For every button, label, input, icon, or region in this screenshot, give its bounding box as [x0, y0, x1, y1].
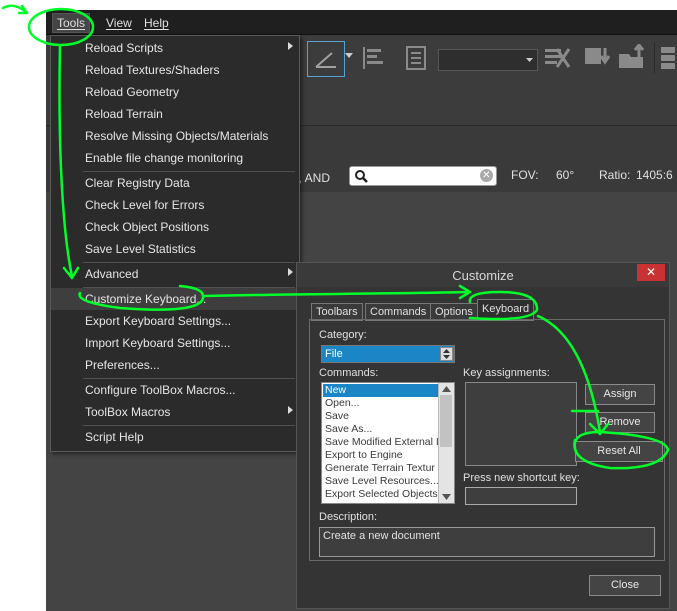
menu-bar: Tools View Help: [46, 10, 677, 35]
menu-item-label: Check Level for Errors: [85, 198, 205, 212]
menu-help[interactable]: Help: [140, 14, 173, 32]
commands-scrollbar[interactable]: [438, 383, 454, 503]
menu-item-label: Reload Scripts: [85, 41, 164, 55]
save-down-icon[interactable]: [582, 43, 612, 73]
category-value: File: [325, 348, 343, 360]
assign-button[interactable]: Assign: [585, 384, 655, 405]
fov-value: 60°: [556, 168, 575, 182]
menu-item-export-keyboard[interactable]: Export Keyboard Settings...: [51, 310, 299, 332]
remove-button[interactable]: Remove: [585, 412, 655, 433]
key-assignments-list[interactable]: [465, 382, 577, 466]
menu-item-reload-textures[interactable]: Reload Textures/Shaders: [51, 59, 299, 81]
menu-item-label: Script Help: [85, 430, 144, 444]
dialog-title: Customize: [452, 268, 514, 283]
close-icon[interactable]: ✕: [637, 264, 665, 281]
shortcut-input[interactable]: [465, 487, 577, 505]
menu-item-check-positions[interactable]: Check Object Positions: [51, 216, 299, 238]
edit-list-icon[interactable]: [542, 43, 572, 73]
dialog-titlebar[interactable]: Customize ✕: [297, 263, 669, 287]
menu-item-script-help[interactable]: Script Help: [51, 426, 299, 448]
menu-item-label: Export Keyboard Settings...: [85, 314, 232, 328]
menu-item-import-keyboard[interactable]: Import Keyboard Settings...: [51, 332, 299, 354]
folder-up-icon[interactable]: [616, 43, 648, 73]
menu-item-label: Enable file change monitoring: [85, 151, 244, 165]
menu-item-customize-keyboard[interactable]: Customize Keyboard...: [51, 288, 299, 310]
key-assignments-label: Key assignments:: [463, 367, 550, 379]
list-item[interactable]: Save: [323, 410, 439, 423]
align-icon[interactable]: [359, 43, 387, 73]
description-label: Description:: [319, 511, 378, 523]
menu-item-label: Reload Terrain: [85, 107, 163, 121]
list-icon[interactable]: [402, 43, 430, 73]
menu-item-label: Reload Geometry: [85, 85, 180, 99]
menu-item-label: Save Level Statistics: [85, 242, 196, 256]
list-item[interactable]: New: [323, 384, 439, 397]
list-item[interactable]: Open...: [323, 397, 439, 410]
menu-item-advanced[interactable]: Advanced: [51, 263, 299, 285]
list-item[interactable]: Save As...: [323, 423, 439, 436]
menu-item-label: Advanced: [85, 267, 139, 281]
menu-item-label: ToolBox Macros: [85, 405, 171, 419]
menu-item-clear-registry[interactable]: Clear Registry Data: [51, 172, 299, 194]
reset-all-button[interactable]: Reset All: [575, 441, 663, 462]
commands-list[interactable]: New Open... Save Save As... Save Modifie…: [321, 382, 455, 504]
ratio-label: Ratio:: [599, 168, 631, 182]
list-item[interactable]: Save Level Resources...: [323, 475, 439, 488]
menu-item-configure-macros[interactable]: Configure ToolBox Macros...: [51, 379, 299, 401]
menu-item-label: Preferences...: [85, 358, 160, 372]
tools-menu: Reload Scripts Reload Textures/Shaders R…: [50, 35, 300, 452]
menu-item-label: Resolve Missing Objects/Materials: [85, 129, 269, 143]
menu-item-toolbox-macros[interactable]: ToolBox Macros: [51, 401, 299, 423]
category-label: Category:: [319, 329, 367, 341]
menu-item-label: Check Object Positions: [85, 220, 210, 234]
menu-item-check-level[interactable]: Check Level for Errors: [51, 194, 299, 216]
list-item[interactable]: Export Selected Objects: [323, 488, 439, 501]
submenu-arrow-icon: [288, 42, 293, 50]
menu-item-label: Import Keyboard Settings...: [85, 336, 231, 350]
menu-item-label: Configure ToolBox Macros...: [85, 383, 236, 397]
chevron-down-icon[interactable]: [345, 51, 353, 61]
menu-item-file-monitoring[interactable]: Enable file change monitoring: [51, 147, 299, 169]
layers-icon[interactable]: [654, 43, 677, 73]
menu-item-resolve-missing[interactable]: Resolve Missing Objects/Materials: [51, 125, 299, 147]
menu-item-reload-geometry[interactable]: Reload Geometry: [51, 81, 299, 103]
menu-item-label: Clear Registry Data: [85, 176, 190, 190]
menu-item-preferences[interactable]: Preferences...: [51, 354, 299, 376]
clear-search-icon[interactable]: ✕: [480, 169, 493, 182]
list-item[interactable]: Generate Terrain Textur: [323, 462, 439, 475]
submenu-arrow-icon: [288, 268, 293, 276]
list-item[interactable]: Save Modified External I: [323, 436, 439, 449]
submenu-arrow-icon: [288, 406, 293, 414]
fov-label: FOV:: [511, 168, 539, 182]
scrollbar-thumb[interactable]: [440, 395, 452, 447]
spinner-icon[interactable]: [440, 347, 453, 361]
tab-keyboard[interactable]: Keyboard: [477, 299, 535, 321]
list-item[interactable]: Export to Engine: [323, 449, 439, 462]
customize-dialog: Customize ✕ Toolbars Commands Options Ke…: [296, 262, 670, 609]
menu-item-save-statistics[interactable]: Save Level Statistics: [51, 238, 299, 260]
menu-tools[interactable]: Tools: [52, 13, 91, 33]
ratio-value: 1405:6: [636, 168, 673, 182]
menu-view[interactable]: View: [102, 14, 136, 32]
search-input[interactable]: ✕: [349, 166, 497, 186]
commands-label: Commands:: [319, 367, 379, 379]
snap-angle-icon[interactable]: [307, 41, 345, 77]
menu-item-label: Customize Keyboard...: [85, 292, 207, 306]
toolbar-dropdown[interactable]: [438, 49, 538, 71]
close-button[interactable]: Close: [589, 575, 661, 596]
menu-item-reload-terrain[interactable]: Reload Terrain: [51, 103, 299, 125]
category-select[interactable]: File: [321, 345, 455, 363]
shortcut-label: Press new shortcut key:: [463, 472, 580, 484]
description-box: Create a new document: [319, 527, 655, 557]
menu-item-reload-scripts[interactable]: Reload Scripts: [51, 37, 299, 59]
menu-item-label: Reload Textures/Shaders: [85, 63, 220, 77]
search-icon: [354, 169, 368, 186]
